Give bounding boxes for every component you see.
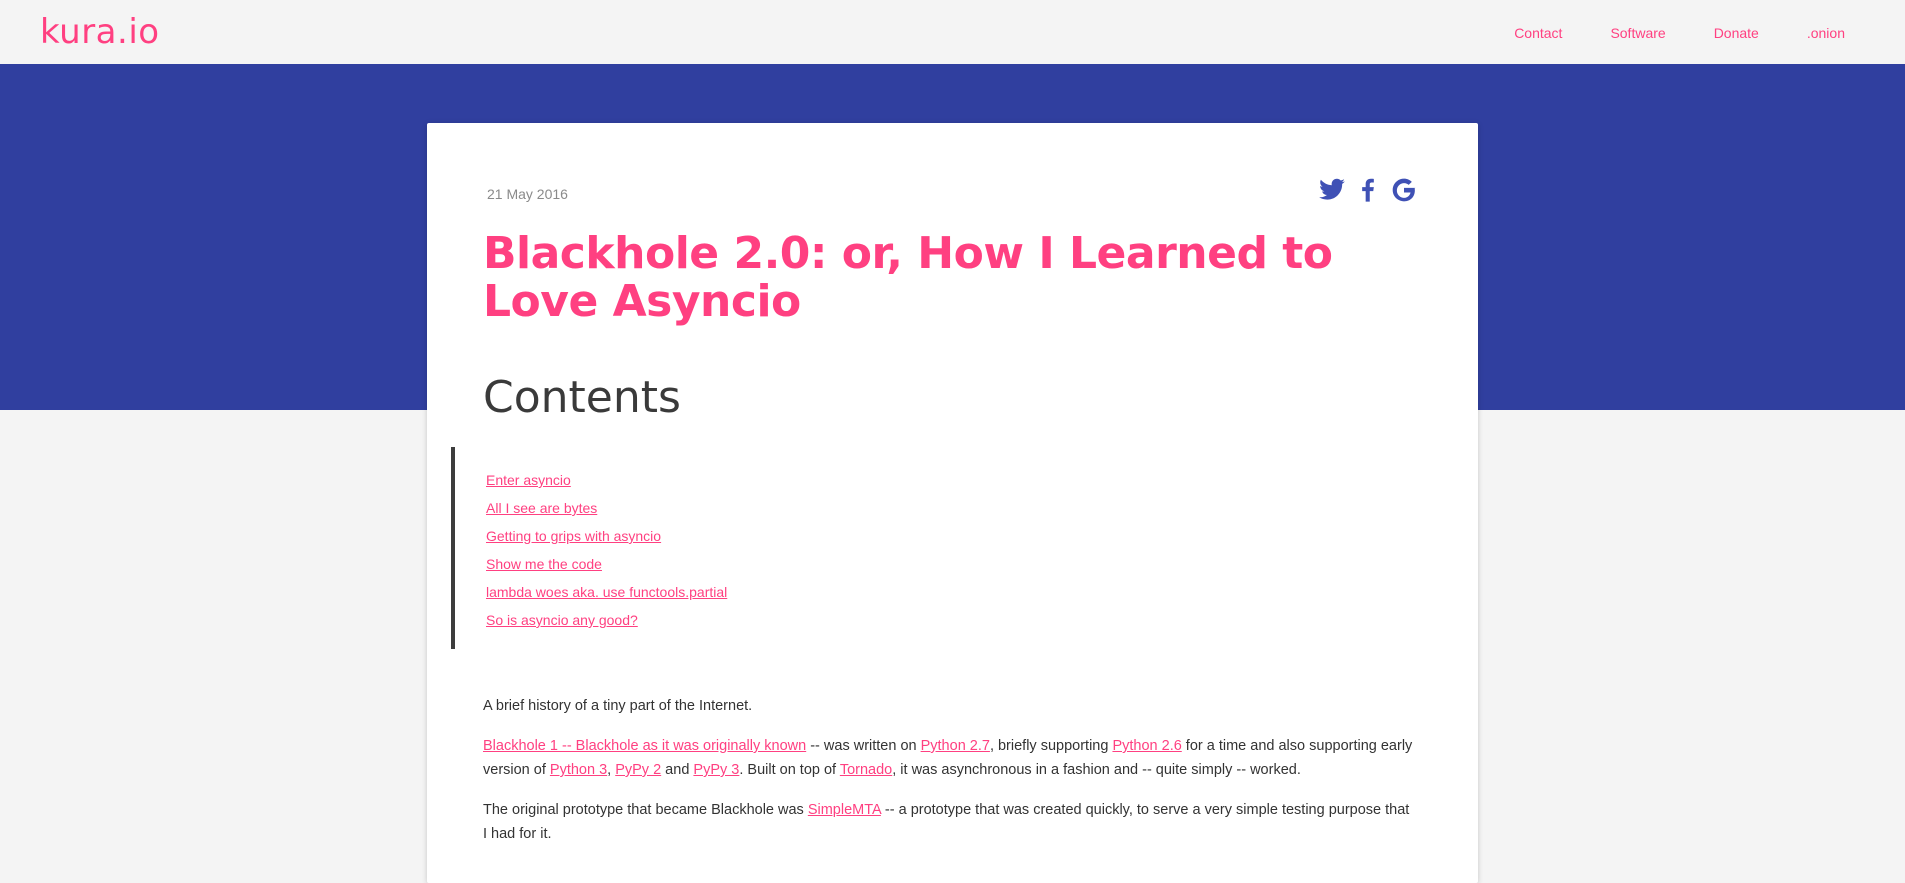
paragraph-prototype: The original prototype that became Black… [483, 798, 1413, 846]
nav-software-link[interactable]: Software [1610, 25, 1665, 41]
main-nav: Contact Software Donate .onion [1466, 25, 1845, 41]
paragraph-text: . Built on top of [739, 762, 840, 778]
contents-heading: Contents [483, 372, 681, 423]
table-of-contents: Enter asyncio All I see are bytes Gettin… [451, 447, 855, 649]
toc-link-lambda-woes[interactable]: lambda woes aka. use functools.partial [486, 584, 727, 600]
paragraph-text: The original prototype that became Black… [483, 802, 808, 818]
python-27-link[interactable]: Python 2.7 [921, 738, 990, 754]
nav-onion-link[interactable]: .onion [1807, 25, 1845, 41]
toc-link-getting-to-grips[interactable]: Getting to grips with asyncio [486, 528, 661, 544]
toc-item: So is asyncio any good? [486, 611, 727, 639]
share-buttons [1318, 176, 1418, 204]
article-title: Blackhole 2.0: or, How I Learned to Love… [483, 228, 1333, 327]
toc-item: Getting to grips with asyncio [486, 527, 727, 555]
paragraph-text: , it was asynchronous in a fashion and -… [892, 762, 1301, 778]
toc-link-bytes[interactable]: All I see are bytes [486, 500, 597, 516]
top-bar: kura.io Contact Software Donate .onion [0, 0, 1905, 64]
article-body: A brief history of a tiny part of the In… [483, 694, 1413, 862]
toc-item: Enter asyncio [486, 471, 727, 499]
tornado-link[interactable]: Tornado [840, 762, 892, 778]
toc-item: Show me the code [486, 555, 727, 583]
paragraph-intro: A brief history of a tiny part of the In… [483, 698, 753, 714]
pypy-3-link[interactable]: PyPy 3 [693, 762, 739, 778]
simplemta-link[interactable]: SimpleMTA [808, 802, 881, 818]
nav-contact-link[interactable]: Contact [1514, 25, 1562, 41]
toc-item: lambda woes aka. use functools.partial [486, 583, 727, 611]
article-date: 21 May 2016 [487, 186, 568, 202]
paragraph-text: and [661, 762, 694, 778]
toc-link-enter-asyncio[interactable]: Enter asyncio [486, 472, 571, 488]
python-3-link[interactable]: Python 3 [550, 762, 607, 778]
article-card: 21 May 2016 Blackhole 2.0: or, How I Lea… [427, 123, 1478, 883]
paragraph-text: , briefly supporting [989, 738, 1113, 754]
paragraph-text: -- was written on [806, 738, 921, 754]
pypy-2-link[interactable]: PyPy 2 [615, 762, 661, 778]
blackhole-1-link[interactable]: Blackhole 1 -- Blackhole as it was origi… [483, 738, 806, 754]
twitter-icon[interactable] [1318, 176, 1346, 204]
google-icon[interactable] [1390, 176, 1418, 204]
nav-donate-link[interactable]: Donate [1714, 25, 1759, 41]
toc-link-asyncio-good[interactable]: So is asyncio any good? [486, 612, 638, 628]
paragraph-text: , [607, 762, 616, 778]
paragraph-history: Blackhole 1 -- Blackhole as it was origi… [483, 734, 1413, 782]
toc-item: All I see are bytes [486, 499, 727, 527]
python-26-link[interactable]: Python 2.6 [1112, 738, 1181, 754]
toc-link-show-code[interactable]: Show me the code [486, 556, 602, 572]
facebook-icon[interactable] [1354, 176, 1382, 204]
site-logo[interactable]: kura.io [40, 12, 160, 52]
